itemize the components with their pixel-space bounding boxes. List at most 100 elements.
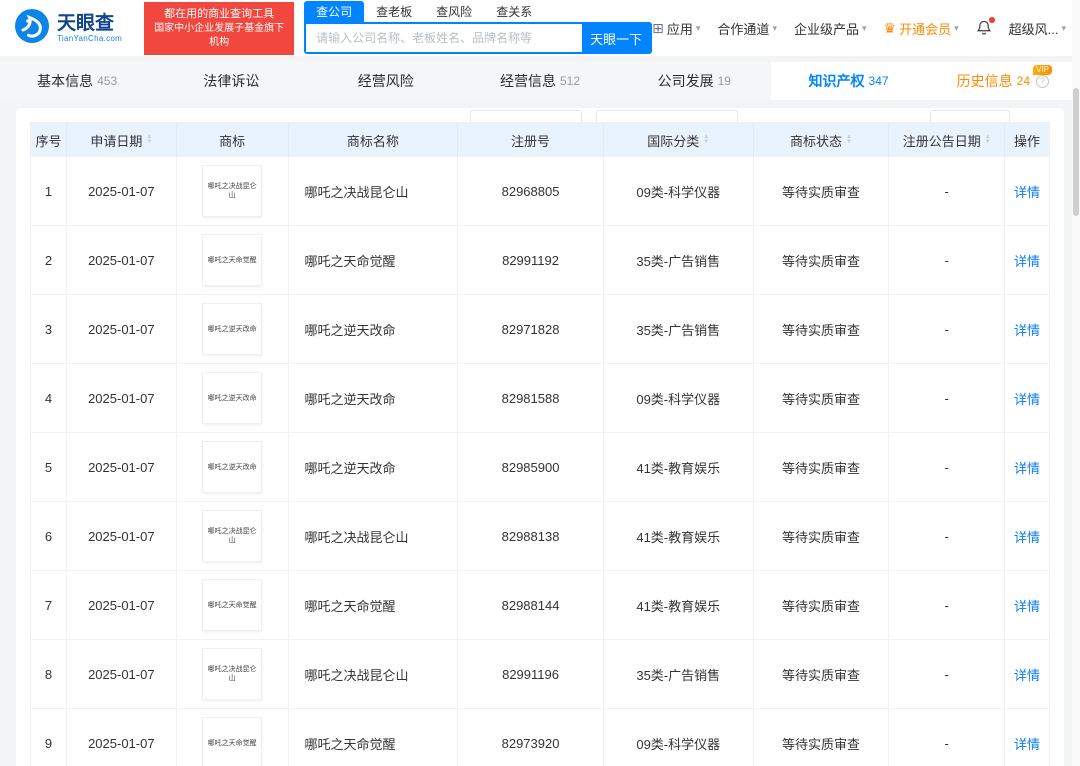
detail-link[interactable]: 详情	[1014, 527, 1040, 546]
tab-count: 512	[559, 74, 580, 88]
col-intl-class[interactable]: 国际分类 ▲ ▼	[603, 123, 754, 157]
vip-badge: VIP	[1033, 65, 1052, 75]
filter-control[interactable]	[596, 110, 738, 122]
tab-operation-info[interactable]: 经营信息 512	[463, 62, 617, 100]
filter-control[interactable]	[930, 110, 1010, 122]
menu-super-risk[interactable]: 超级风... ▾	[1009, 19, 1066, 38]
col-pub-date[interactable]: 注册公告日期 ▲ ▼	[889, 123, 1006, 157]
detail-link[interactable]: 详情	[1014, 734, 1040, 753]
col-label: 申请日期	[90, 133, 143, 149]
detail-link[interactable]: 详情	[1014, 389, 1040, 408]
row-apply-date: 2025-01-07	[66, 157, 177, 226]
detail-link[interactable]: 详情	[1014, 251, 1040, 270]
menu-open-vip[interactable]: ♛ 开通会员 ▾	[884, 19, 959, 38]
row-index: 1	[31, 157, 67, 226]
trademark-image-text: 哪吒之天命觉醒	[207, 738, 257, 747]
tab-search-boss[interactable]: 查老板	[364, 1, 424, 22]
chevron-down-icon: ▾	[954, 22, 959, 33]
trademark-image[interactable]: 哪吒之逆天改命	[203, 442, 262, 492]
row-status: 等待实质审查	[753, 226, 890, 295]
detail-link[interactable]: 详情	[1014, 458, 1040, 477]
trademark-image[interactable]: 哪吒之决战昆仑山	[203, 649, 262, 699]
brand-name: 天眼查	[57, 12, 115, 34]
row-trademark-name: 哪吒之决战昆仑山	[288, 640, 459, 709]
tab-intellectual-property[interactable]: 知识产权 347	[771, 62, 926, 100]
menu-enterprise[interactable]: 企业级产品 ▾	[794, 19, 867, 38]
search-input[interactable]	[306, 24, 583, 52]
row-pub-date: -	[889, 502, 1006, 571]
trademark-image-text: 哪吒之决战昆仑山	[207, 527, 257, 544]
tab-operation-risk[interactable]: 经营风险	[309, 62, 463, 100]
crown-icon: ♛	[883, 20, 897, 36]
tab-history-info[interactable]: VIP 历史信息 24 ?	[925, 62, 1080, 100]
trademark-image[interactable]: 哪吒之决战昆仑山	[203, 166, 262, 216]
row-status: 等待实质审查	[753, 571, 890, 640]
row-index: 8	[31, 640, 67, 709]
tab-search-company[interactable]: 查公司	[304, 1, 365, 22]
promo-badge[interactable]: 都在用的商业查询工具 国家中小企业发展子基金旗下机构	[144, 1, 295, 55]
tab-label: 经营信息	[499, 73, 556, 89]
trademark-image[interactable]: 哪吒之逆天改命	[203, 304, 262, 354]
menu-cooperation[interactable]: 合作通道 ▾	[717, 19, 777, 38]
notification-dot	[988, 17, 995, 23]
sort-icon[interactable]: ▲ ▼	[703, 134, 709, 145]
tab-search-relation[interactable]: 查关系	[484, 1, 544, 22]
chevron-down-icon: ▾	[861, 22, 867, 33]
tab-search-risk[interactable]: 查风险	[424, 1, 484, 22]
tab-legal-litigation[interactable]: 法律诉讼	[154, 62, 308, 100]
table-row: 6 2025-01-07 哪吒之决战昆仑山 哪吒之决战昆仑山 82988138 …	[31, 502, 1049, 571]
col-status[interactable]: 商标状态 ▲ ▼	[753, 123, 890, 157]
row-index: 9	[31, 709, 67, 766]
search-type-tabs: 查公司 查老板 查风险 查关系	[304, 1, 652, 22]
filter-row-truncated	[30, 108, 1050, 122]
row-status: 等待实质审查	[754, 709, 890, 766]
notification-bell-icon[interactable]	[976, 17, 995, 36]
trademark-table: 序号 申请日期 ▲ ▼ 商标 商标名称 注册号 国际分类 ▲ ▼ 商标状态 ▲ ▼ 注…	[30, 122, 1050, 766]
filter-control[interactable]	[470, 110, 582, 122]
logo[interactable]: 天眼查 TianYanCha.com	[14, 8, 122, 49]
trademark-image[interactable]: 哪吒之天命觉醒	[203, 580, 262, 630]
sort-icon[interactable]: ▲ ▼	[846, 134, 852, 145]
table-row: 9 2025-01-07 哪吒之天命觉醒 哪吒之天命觉醒 82973920 09…	[31, 709, 1049, 766]
row-registration-number: 82988138	[458, 502, 604, 571]
row-intl-class: 35类-广告销售	[603, 295, 754, 364]
table-row: 2 2025-01-07 哪吒之天命觉醒 哪吒之天命觉醒 82991192 35…	[31, 226, 1049, 295]
detail-link[interactable]: 详情	[1014, 665, 1040, 684]
tab-label: 历史信息	[956, 73, 1013, 89]
search-button[interactable]: 天眼一下	[582, 24, 651, 52]
row-pub-date: -	[889, 709, 1006, 766]
trademark-image[interactable]: 哪吒之天命觉醒	[203, 718, 262, 766]
site-header: 天眼查 TianYanCha.com 都在用的商业查询工具 国家中小企业发展子基…	[0, 0, 1080, 56]
detail-link[interactable]: 详情	[1014, 596, 1040, 615]
help-icon[interactable]: ?	[1036, 74, 1049, 88]
detail-link[interactable]: 详情	[1014, 320, 1040, 339]
row-index: 3	[31, 295, 67, 364]
trademark-image-text: 哪吒之天命觉醒	[207, 600, 257, 609]
sort-icon[interactable]: ▲ ▼	[146, 134, 152, 145]
menu-apps[interactable]: ⊞ 应用 ▾	[652, 19, 700, 38]
sort-icon[interactable]: ▲ ▼	[985, 134, 991, 145]
table-row: 7 2025-01-07 哪吒之天命觉醒 哪吒之天命觉醒 82988144 41…	[31, 571, 1049, 640]
chevron-down-icon: ▾	[772, 22, 777, 33]
col-apply-date[interactable]: 申请日期 ▲ ▼	[66, 123, 177, 157]
tab-company-development[interactable]: 公司发展 19	[617, 62, 771, 100]
row-trademark-name: 哪吒之天命觉醒	[289, 709, 459, 766]
col-operation: 操作	[1005, 123, 1049, 157]
section-tabs: 基本信息 453 法律诉讼 经营风险 经营信息 512 公司发展 19 知识产权…	[0, 62, 1080, 100]
row-registration-number: 82968805	[458, 157, 604, 226]
trademark-image[interactable]: 哪吒之逆天改命	[203, 373, 262, 423]
row-index: 2	[31, 226, 67, 295]
tab-count: 24	[1016, 74, 1030, 88]
row-apply-date: 2025-01-07	[66, 295, 177, 364]
row-status: 等待实质审查	[753, 295, 890, 364]
row-intl-class: 35类-广告销售	[603, 226, 754, 295]
scrollbar-thumb[interactable]	[1073, 88, 1079, 216]
table-body: 1 2025-01-07 哪吒之决战昆仑山 哪吒之决战昆仑山 82968805 …	[31, 157, 1049, 766]
row-trademark-name: 哪吒之逆天改命	[288, 433, 459, 502]
tab-basic-info[interactable]: 基本信息 453	[0, 62, 154, 100]
tab-label: 法律诉讼	[203, 73, 260, 89]
trademark-image[interactable]: 哪吒之决战昆仑山	[203, 511, 262, 561]
menu-open-vip-label: 开通会员	[899, 21, 952, 37]
trademark-image[interactable]: 哪吒之天命觉醒	[203, 235, 262, 285]
detail-link[interactable]: 详情	[1014, 182, 1040, 201]
